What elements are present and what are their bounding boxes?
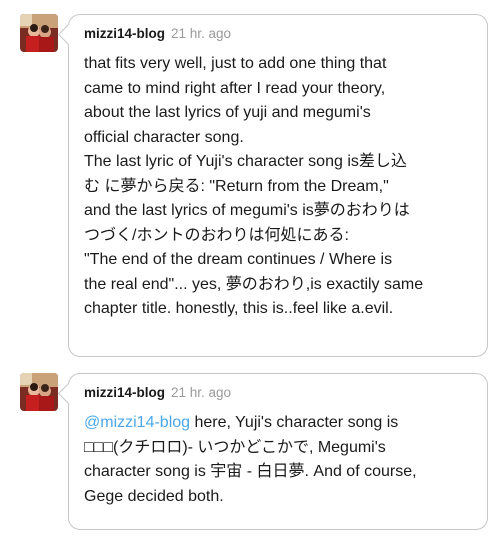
text-line: the real end"... yes, 夢のおわり,is exactily …: [84, 275, 424, 293]
text-line: @mizzi14-blog here, Yuji's character son…: [84, 411, 475, 436]
avatar-image: [20, 14, 58, 52]
mention-link[interactable]: @mizzi14-blog: [84, 414, 190, 431]
username-link[interactable]: mizzi14-blog: [84, 385, 165, 400]
text-line: □□□(クチロロ)- いつかどこかで, Megumi's: [84, 438, 386, 456]
reply-bubble: mizzi14-blog 21 hr. ago that fits very we…: [68, 14, 488, 357]
text-line: official character song.: [84, 128, 244, 146]
text-line: character song is 宇宙 - 白日夢. And of cours…: [84, 463, 417, 480]
reply-2: mizzi14-blog 21 hr. ago @mizzi14-blog her…: [20, 373, 488, 530]
reply-text: that fits very well, just to add one thi…: [84, 52, 475, 322]
avatar-image: [20, 373, 58, 411]
username-link[interactable]: mizzi14-blog: [84, 26, 165, 41]
reply-text: @mizzi14-blog here, Yuji's character son…: [84, 411, 475, 509]
timestamp: 21 hr. ago: [171, 26, 232, 41]
text-line: つづく/ホントのおわりは何処にある:: [84, 226, 349, 244]
text-line: The last lyric of Yuji's character song …: [84, 153, 407, 170]
reply-meta: mizzi14-blog 21 hr. ago: [84, 25, 231, 43]
text-line: "The end of the dream continues / Where …: [84, 251, 393, 268]
reply-meta: mizzi14-blog 21 hr. ago: [84, 384, 231, 402]
avatar[interactable]: [20, 14, 58, 52]
avatar[interactable]: [20, 373, 58, 411]
reply-1: mizzi14-blog 21 hr. ago that fits very we…: [20, 14, 488, 357]
reply-bubble: mizzi14-blog 21 hr. ago @mizzi14-blog her…: [68, 373, 488, 530]
text-line: came to mind right after I read your the…: [84, 79, 386, 97]
timestamp: 21 hr. ago: [171, 385, 232, 400]
text-line: about the last lyrics of yuji and megumi…: [84, 104, 371, 121]
text-line: that fits very well, just to add one thi…: [84, 55, 387, 72]
text-line: chapter title. honestly, this is..feel l…: [84, 300, 394, 317]
text-line: む に夢から戻る: "Return from the Dream,": [84, 177, 389, 195]
text-line: and the last lyrics of megumi's is夢のおわりは: [84, 202, 410, 219]
text-fragment: here, Yuji's character song is: [190, 414, 399, 431]
text-line: Gege decided both.: [84, 487, 224, 505]
